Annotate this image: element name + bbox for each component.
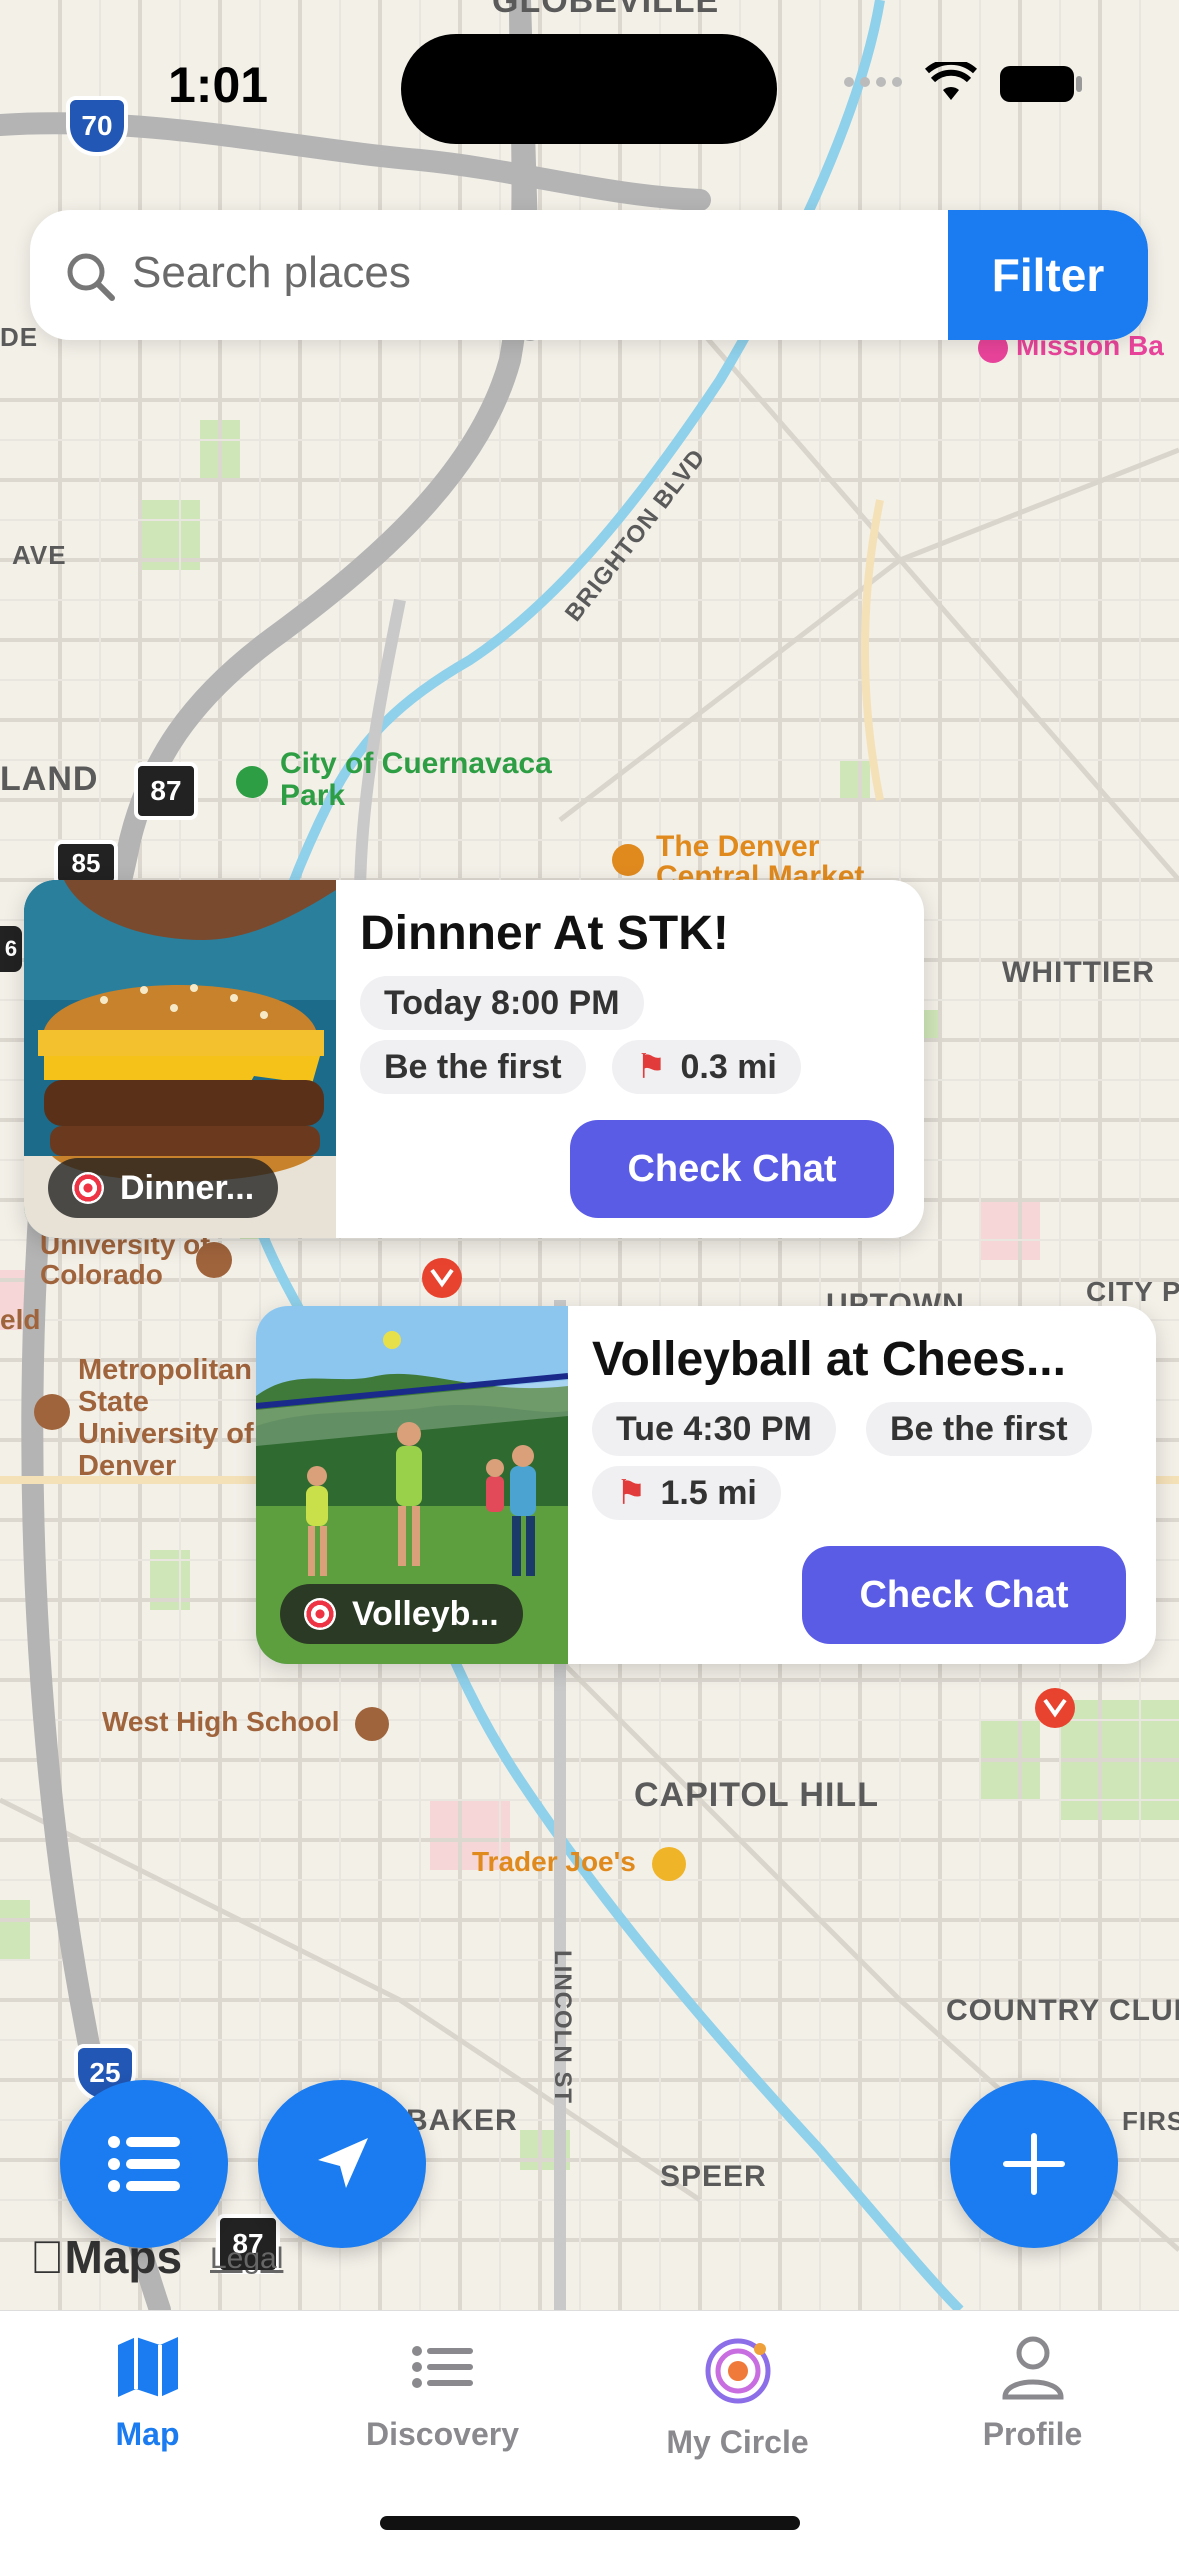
map-label-speer: SPEER xyxy=(660,2160,767,2193)
tab-discovery-label: Discovery xyxy=(366,2416,519,2452)
map-icon xyxy=(117,2337,178,2397)
check-chat-button[interactable]: Check Chat xyxy=(802,1546,1126,1644)
event-card[interactable]: Dinner... Dinnner At STK! Today 8:00 PM … xyxy=(24,880,924,1238)
event-time-chip: Tue 4:30 PM xyxy=(592,1402,836,1456)
map-label-capitol-hill: CAPITOL HILL xyxy=(634,1776,879,1814)
map-label-city-park: CITY PA xyxy=(1086,1276,1179,1307)
tree-icon xyxy=(236,766,268,798)
list-icon xyxy=(108,2136,180,2192)
app-screen: GLOBEVILLE AVE LAND WHITTIER UPTOWN CITY… xyxy=(0,0,1179,2556)
highway-shield-6: 6 xyxy=(0,926,22,972)
filter-button[interactable]: Filter xyxy=(948,210,1148,340)
event-category-label: Dinner... xyxy=(120,1168,255,1207)
tab-map[interactable]: Map xyxy=(0,2331,295,2453)
target-icon xyxy=(304,1598,336,1630)
cart-icon xyxy=(651,1846,686,1881)
school-icon xyxy=(34,1394,70,1430)
target-icon xyxy=(72,1172,104,1204)
legal-link[interactable]: Legal xyxy=(210,2242,283,2276)
map-label-land: LAND xyxy=(0,760,99,798)
plus-icon xyxy=(1003,2133,1065,2195)
wifi-icon xyxy=(925,62,977,100)
location-arrow-icon xyxy=(318,2138,368,2188)
event-distance-chip: ⚑ 1.5 mi xyxy=(592,1466,781,1520)
event-distance: 1.5 mi xyxy=(660,1473,757,1512)
person-icon xyxy=(1001,2336,1064,2400)
poi-trader-joes[interactable]: Trader Joe's xyxy=(472,1846,686,1881)
event-title: Dinnner At STK! xyxy=(360,907,729,960)
map-label-whittier: WHITTIER xyxy=(1002,956,1155,989)
event-attendance-chip: Be the first xyxy=(360,1040,586,1094)
event-distance: 0.3 mi xyxy=(680,1047,777,1086)
check-chat-button[interactable]: Check Chat xyxy=(570,1120,894,1218)
map-label-ave: AVE xyxy=(12,540,67,570)
poi-university-colorado-label: University of Colorado xyxy=(40,1229,210,1290)
battery-cap xyxy=(1076,76,1082,92)
poi-west-high-label: West High School xyxy=(102,1706,340,1737)
highway-shield-us87: 87 xyxy=(134,762,198,820)
event-image-volleyball: Volleyb... xyxy=(256,1306,568,1664)
map-label-firs: FIRS xyxy=(1122,2106,1179,2136)
tab-profile[interactable]: Profile xyxy=(885,2331,1179,2453)
status-bar: 1:01 xyxy=(0,0,1179,160)
event-title: Volleyball at Chees... xyxy=(592,1333,1066,1386)
map-label-country-club: COUNTRY CLUB xyxy=(946,1994,1179,2027)
tab-discovery[interactable]: Discovery xyxy=(295,2331,590,2453)
pin-icon: ⚑ xyxy=(636,1048,667,1086)
event-category-label: Volleyb... xyxy=(352,1594,499,1633)
school-icon xyxy=(355,1706,390,1741)
poi-west-high[interactable]: West High School xyxy=(102,1706,390,1741)
poi-park[interactable]: City of Cuernavaca Park xyxy=(236,747,560,812)
search-input[interactable]: Search places xyxy=(132,248,411,298)
circle-icon xyxy=(705,2338,770,2404)
status-time: 1:01 xyxy=(168,57,269,113)
tab-map-label: Map xyxy=(115,2416,180,2452)
list-view-button[interactable] xyxy=(60,2080,228,2248)
pin-icon: ⚑ xyxy=(616,1474,647,1512)
event-attendance-chip: Be the first xyxy=(866,1402,1092,1456)
map-label-de: DE xyxy=(0,322,39,352)
add-event-button[interactable] xyxy=(950,2080,1118,2248)
battery-icon xyxy=(1000,66,1074,102)
poi-market-label: The Denver Central Market xyxy=(656,832,865,882)
poi-eld: eld xyxy=(0,1304,41,1335)
event-category-tag: Volleyb... xyxy=(280,1584,523,1644)
poi-market[interactable]: The Denver Central Market xyxy=(612,832,912,882)
locate-me-button[interactable] xyxy=(258,2080,426,2248)
dynamic-island xyxy=(401,34,777,144)
list-icon xyxy=(411,2346,473,2388)
event-category-tag: Dinner... xyxy=(48,1158,279,1218)
event-image-burger: Dinner... xyxy=(24,880,336,1238)
apple-icon:  xyxy=(30,2231,65,2283)
tab-my-circle-label: My Circle xyxy=(666,2424,809,2460)
poi-park-label: City of Cuernavaca Park xyxy=(280,747,552,812)
event-time-chip: Today 8:00 PM xyxy=(360,976,644,1030)
signal-icon xyxy=(844,77,902,87)
school-icon xyxy=(196,1242,232,1278)
search-icon xyxy=(67,253,115,301)
poi-metro-state[interactable]: Metropolitan State University of Denver xyxy=(34,1354,264,1482)
poi-trader-joes-label: Trader Joe's xyxy=(472,1846,636,1877)
event-distance-chip: ⚑ 0.3 mi xyxy=(612,1040,801,1094)
event-card[interactable]: Volleyb... Volleyball at Chees... Tue 4:… xyxy=(256,1306,1156,1664)
map-label-lincoln-st: LINCOLN ST xyxy=(549,1950,576,2104)
tab-profile-label: Profile xyxy=(982,2416,1083,2452)
search-bar[interactable]: Search places Filter xyxy=(30,210,1148,340)
tab-my-circle[interactable]: My Circle xyxy=(590,2331,885,2461)
home-indicator[interactable] xyxy=(380,2516,800,2530)
bag-icon xyxy=(612,844,644,876)
map-label-baker: BAKER xyxy=(406,2104,518,2137)
